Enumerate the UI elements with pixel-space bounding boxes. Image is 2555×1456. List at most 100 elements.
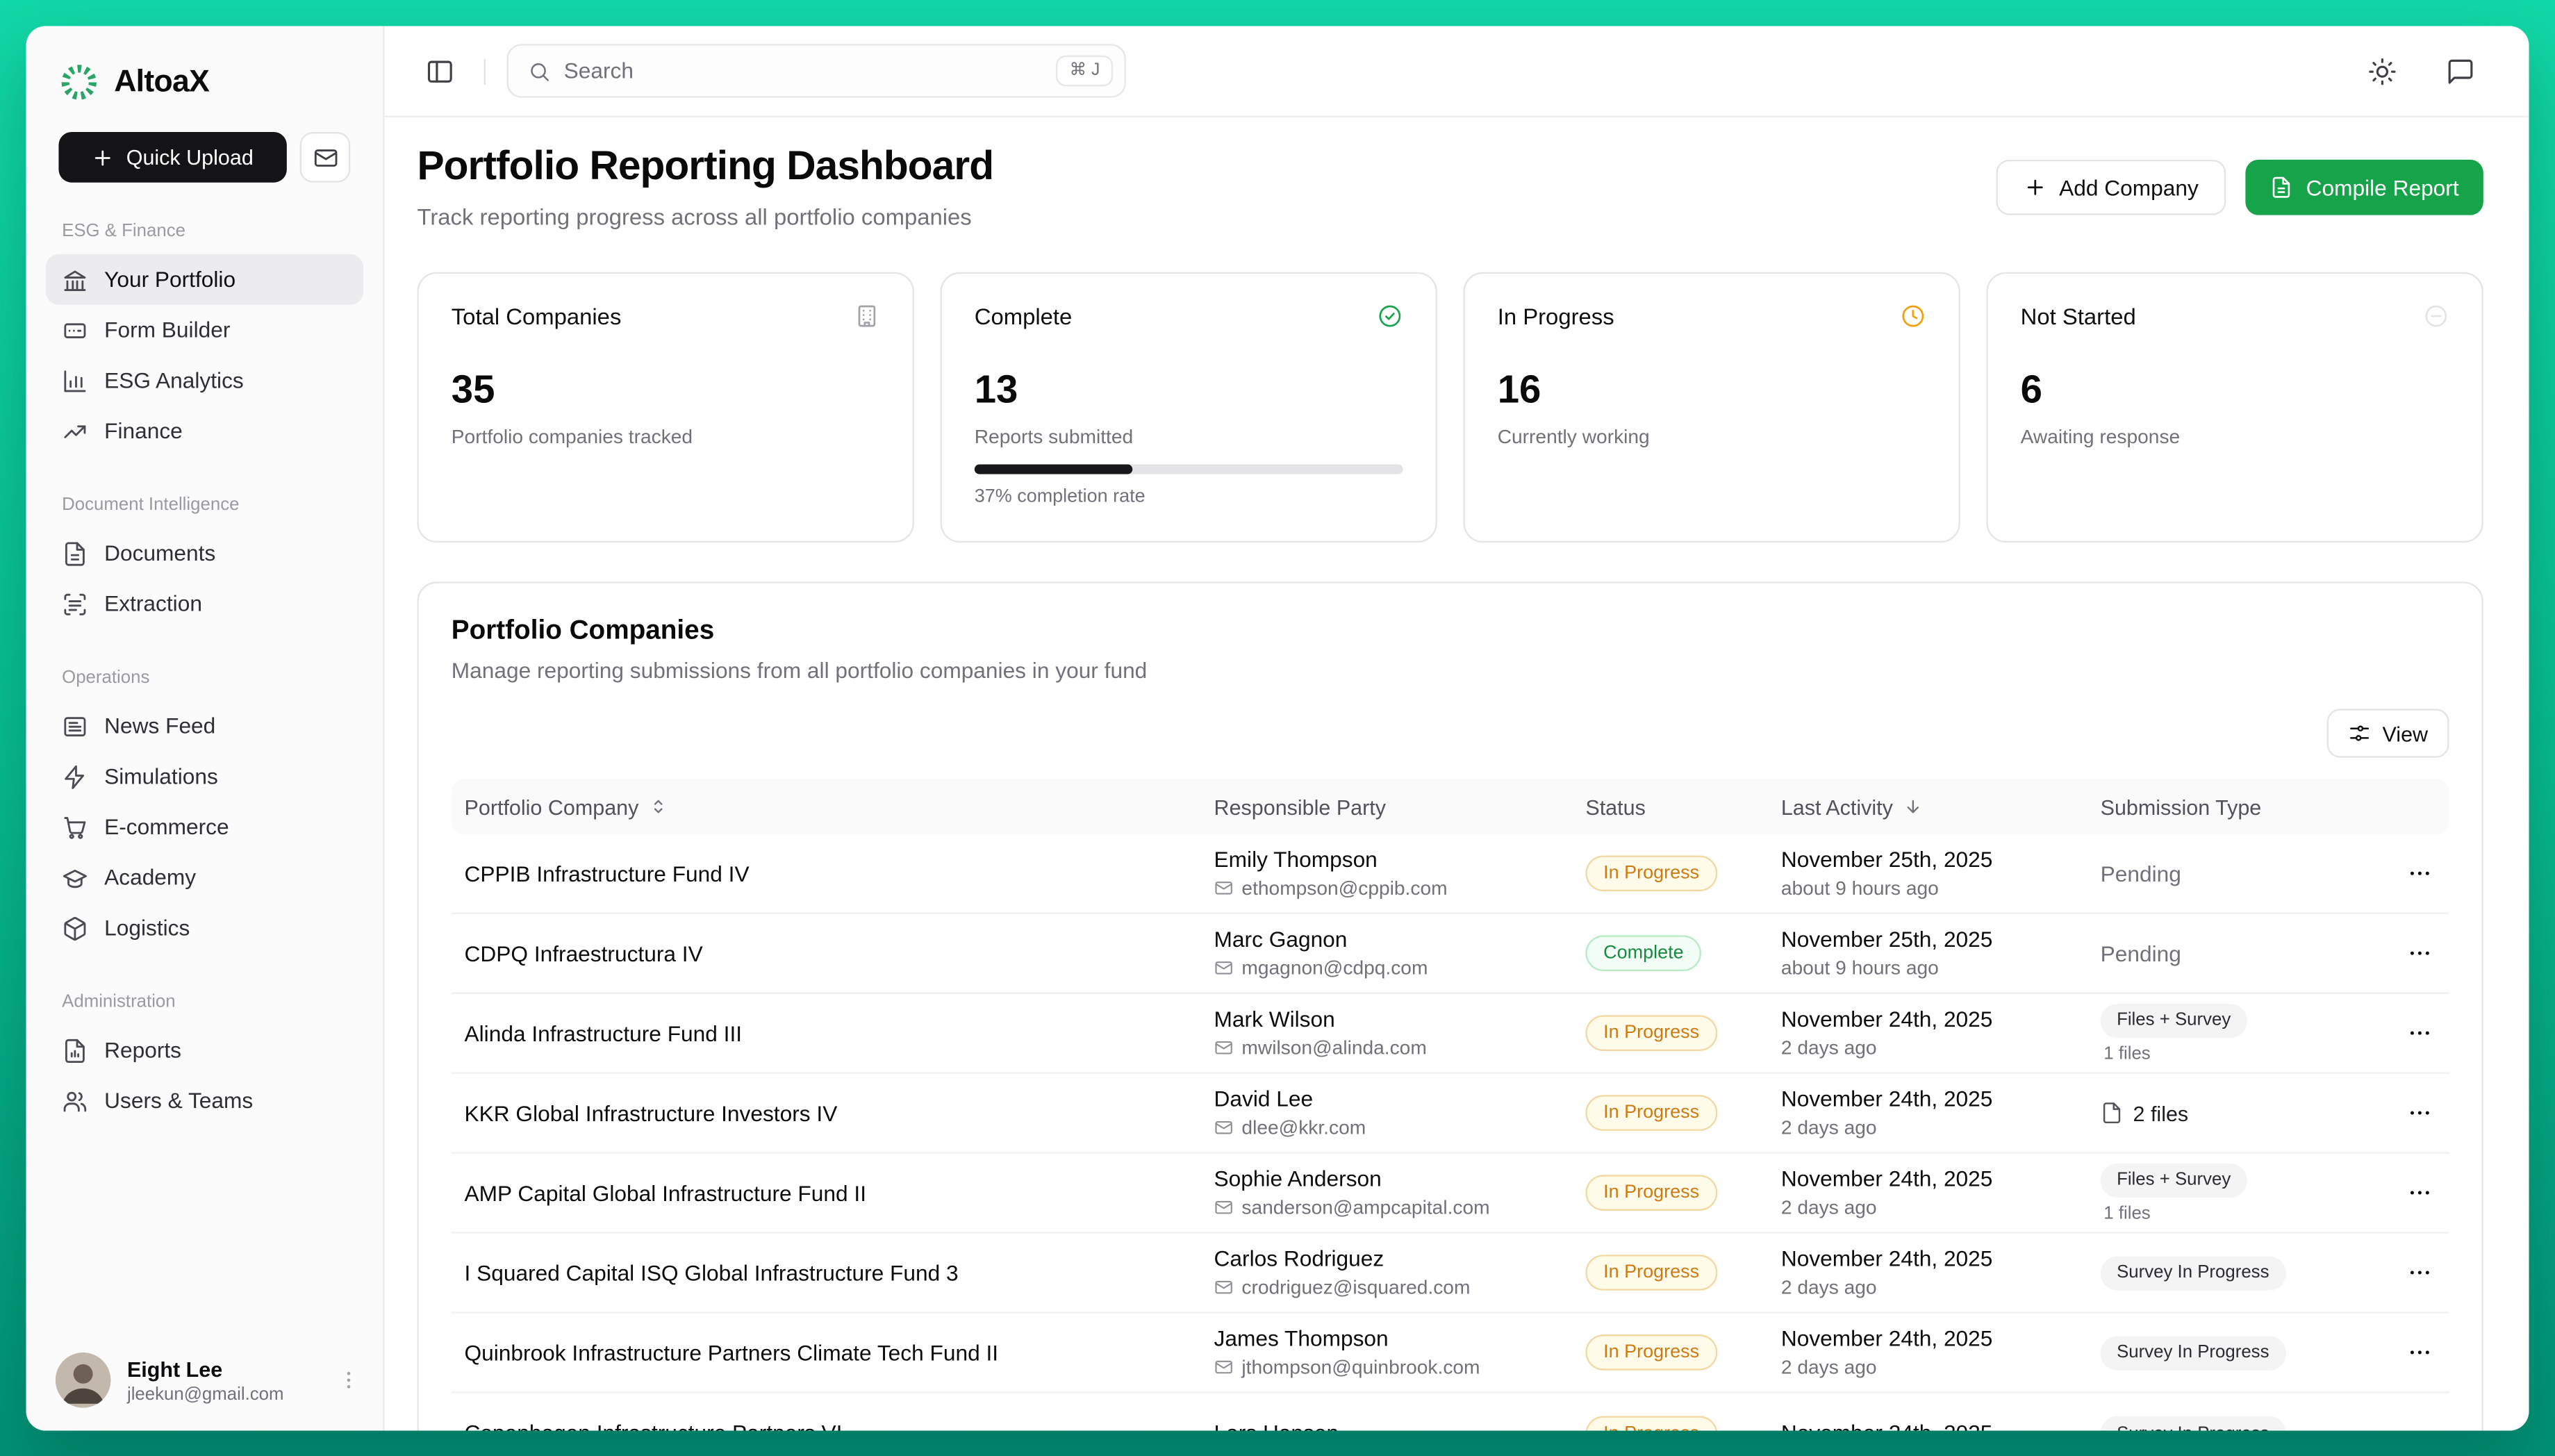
completion-progress-fill <box>975 465 1133 474</box>
row-actions-button[interactable] <box>2397 1330 2443 1375</box>
column-header-company[interactable]: Portfolio Company <box>452 795 1201 819</box>
app-name: AltoaX <box>114 65 209 101</box>
package-icon <box>62 915 88 941</box>
status-badge: In Progress <box>1585 1175 1717 1211</box>
feedback-button[interactable] <box>2438 48 2483 94</box>
sidebar-item-form-builder[interactable]: Form Builder <box>46 305 363 356</box>
activity-relative: 2 days ago <box>1781 1116 2087 1139</box>
stat-card-total-companies: Total Companies 35 Portfolio companies t… <box>417 272 913 543</box>
contact-email: jthompson@quinbrook.com <box>1241 1356 1480 1379</box>
sidebar-nav: ESG & Finance Your Portfolio Form Builde… <box>46 183 363 1126</box>
stat-value: 16 <box>1498 368 1926 414</box>
contact-email: dlee@kkr.com <box>1241 1116 1366 1139</box>
status-badge: Complete <box>1585 935 1701 971</box>
page-content: Portfolio Reporting Dashboard Track repo… <box>385 117 2529 1431</box>
row-actions-button[interactable] <box>2397 930 2443 976</box>
table-row[interactable]: Copenhagen Infrastructure Partners VI La… <box>452 1393 2449 1431</box>
report-file-icon <box>62 1037 88 1064</box>
row-actions-button[interactable] <box>2397 1010 2443 1056</box>
submission-files-count: 1 files <box>2101 1203 2361 1223</box>
table-row[interactable]: AMP Capital Global Infrastructure Fund I… <box>452 1154 2449 1234</box>
column-header-status[interactable]: Status <box>1573 795 1768 819</box>
sidebar-item-label: Logistics <box>104 916 190 940</box>
table-row[interactable]: KKR Global Infrastructure Investors IV D… <box>452 1074 2449 1154</box>
submission-files-count: 1 files <box>2101 1043 2361 1063</box>
page-title: Portfolio Reporting Dashboard <box>417 143 993 190</box>
sidebar-item-documents[interactable]: Documents <box>46 528 363 579</box>
row-actions-button[interactable] <box>2397 1410 2443 1430</box>
submission-type-badge: Files + Survey <box>2101 1003 2247 1037</box>
check-circle-icon <box>1377 303 1403 329</box>
clock-icon <box>1900 303 1926 329</box>
quick-upload-button[interactable]: Quick Upload <box>58 132 286 183</box>
company-name: CDPQ Infraestructura IV <box>452 941 1201 966</box>
graduation-cap-icon <box>62 864 88 891</box>
contact-name: Lars Hansen <box>1214 1421 1573 1430</box>
column-header-submission-type[interactable]: Submission Type <box>2087 795 2361 819</box>
trending-up-icon <box>62 418 88 445</box>
sidebar-item-esg-analytics[interactable]: ESG Analytics <box>46 355 363 406</box>
contact-name: Marc Gagnon <box>1214 927 1573 952</box>
mail-icon <box>1214 1118 1234 1137</box>
nav-section-label: Administration <box>46 993 363 1012</box>
sidebar-item-simulations[interactable]: Simulations <box>46 751 363 802</box>
theme-toggle-button[interactable] <box>2360 48 2406 94</box>
column-header-responsible-party[interactable]: Responsible Party <box>1201 795 1573 819</box>
status-badge: In Progress <box>1585 1334 1717 1371</box>
table-row[interactable]: Quinbrook Infrastructure Partners Climat… <box>452 1314 2449 1393</box>
company-name: KKR Global Infrastructure Investors IV <box>452 1101 1201 1125</box>
activity-relative: 2 days ago <box>1781 1356 2087 1379</box>
search-input[interactable] <box>564 58 1043 83</box>
sidebar-item-academy[interactable]: Academy <box>46 852 363 903</box>
activity-date: November 24th, 2025 <box>1781 1007 2087 1032</box>
contact-email: sanderson@ampcapital.com <box>1241 1196 1489 1219</box>
sort-icon <box>648 797 668 816</box>
form-icon <box>62 317 88 343</box>
nav-section-label: Document Intelligence <box>46 495 363 515</box>
add-company-button[interactable]: Add Company <box>1996 160 2226 215</box>
table-row[interactable]: CPPIB Infrastructure Fund IV Emily Thomp… <box>452 834 2449 914</box>
search-box[interactable]: ⌘ J <box>507 44 1126 97</box>
table-row[interactable]: Alinda Infrastructure Fund III Mark Wils… <box>452 994 2449 1074</box>
sidebar-item-label: Extraction <box>104 591 202 615</box>
submission-status: Pending <box>2101 861 2181 886</box>
sidebar-item-finance[interactable]: Finance <box>46 406 363 456</box>
sidebar-item-your-portfolio[interactable]: Your Portfolio <box>46 254 363 305</box>
file-text-icon <box>62 540 88 567</box>
row-actions-button[interactable] <box>2397 1170 2443 1216</box>
sidebar-item-logistics[interactable]: Logistics <box>46 903 363 954</box>
sidebar-item-ecommerce[interactable]: E-commerce <box>46 802 363 852</box>
table-row[interactable]: CDPQ Infraestructura IV Marc Gagnon mgag… <box>452 914 2449 994</box>
status-badge: In Progress <box>1585 1015 1717 1051</box>
user-name: Eight Lee <box>127 1357 321 1381</box>
sidebar-item-reports[interactable]: Reports <box>46 1025 363 1075</box>
submission-type-badge: Survey In Progress <box>2101 1416 2285 1430</box>
column-header-last-activity[interactable]: Last Activity <box>1768 795 2087 819</box>
user-menu-icon[interactable] <box>338 1368 361 1391</box>
user-email: jleekun@gmail.com <box>127 1384 321 1404</box>
activity-relative: 2 days ago <box>1781 1036 2087 1059</box>
compile-report-button[interactable]: Compile Report <box>2246 160 2483 215</box>
sidebar-toggle-button[interactable] <box>417 48 463 94</box>
row-actions-button[interactable] <box>2397 850 2443 896</box>
inbox-button[interactable] <box>300 132 351 183</box>
status-badge: In Progress <box>1585 1415 1717 1430</box>
search-shortcut: ⌘ J <box>1057 56 1113 85</box>
submission-status: Pending <box>2101 941 2181 966</box>
contact-email: crodriguez@isquared.com <box>1241 1276 1470 1299</box>
view-button[interactable]: View <box>2327 709 2449 757</box>
status-badge: In Progress <box>1585 855 1717 891</box>
table-subtitle: Manage reporting submissions from all po… <box>452 659 2449 683</box>
row-actions-button[interactable] <box>2397 1250 2443 1296</box>
search-icon <box>528 60 551 83</box>
sidebar-item-users-teams[interactable]: Users & Teams <box>46 1075 363 1126</box>
user-account[interactable]: Eight Lee jleekun@gmail.com <box>56 1352 361 1408</box>
row-actions-button[interactable] <box>2397 1090 2443 1136</box>
altoax-logo-icon <box>58 62 99 103</box>
sidebar-item-label: Finance <box>104 419 183 443</box>
sidebar-item-news-feed[interactable]: News Feed <box>46 701 363 752</box>
sidebar-item-extraction[interactable]: Extraction <box>46 579 363 629</box>
table-row[interactable]: I Squared Capital ISQ Global Infrastruct… <box>452 1234 2449 1314</box>
contact-name: Emily Thompson <box>1214 847 1573 872</box>
company-name: I Squared Capital ISQ Global Infrastruct… <box>452 1260 1201 1284</box>
